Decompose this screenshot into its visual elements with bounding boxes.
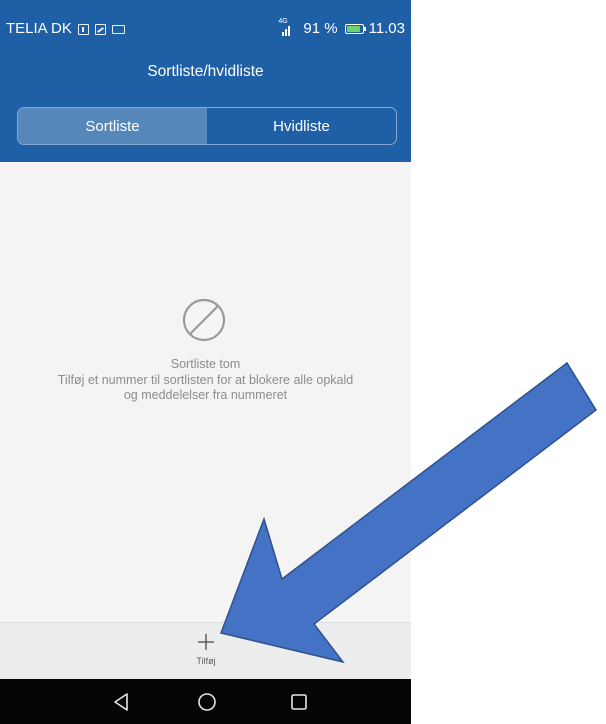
navigation-bar <box>0 679 411 724</box>
empty-description-line-2: og meddelelser fra nummeret <box>123 388 288 402</box>
notification-icon <box>77 23 89 35</box>
battery-percentage: 91 % <box>303 20 338 37</box>
empty-title: Sortliste tom <box>170 357 241 371</box>
signal-icon: 4G <box>278 18 298 36</box>
status-left: TELIA DK <box>6 21 125 37</box>
page-title: Sortliste/hvidliste <box>147 63 264 80</box>
tab-hvidliste[interactable]: Hvidliste <box>207 108 396 144</box>
battery-icon <box>344 24 366 34</box>
recents-icon[interactable] <box>287 690 311 714</box>
home-icon[interactable] <box>195 690 219 714</box>
page: TELIA DK 4G 91 % 11.03 Sortliste/hvidlis… <box>0 0 606 724</box>
image-notification-icon <box>94 23 106 35</box>
back-icon[interactable] <box>110 690 134 714</box>
list-tabs: Sortliste Hvidliste <box>17 107 397 145</box>
bottom-action-bar: Tilføj <box>0 622 411 679</box>
clock: 11.03 <box>368 20 405 37</box>
carrier-name: TELIA DK <box>6 20 72 37</box>
blocked-icon <box>182 298 226 342</box>
empty-description: Tilføj et nummer til sortlisten for at b… <box>20 373 391 403</box>
status-bar: TELIA DK 4G 91 % 11.03 <box>0 0 411 37</box>
empty-description-line-1: Tilføj et nummer til sortlisten for at b… <box>57 373 354 387</box>
add-label: Tilføj <box>196 656 216 666</box>
add-button[interactable]: Tilføj <box>166 627 246 675</box>
empty-state: Sortliste tom Tilføj et nummer til sortl… <box>0 162 411 622</box>
keyboard-icon <box>111 24 125 34</box>
tab-sortliste[interactable]: Sortliste <box>18 108 207 144</box>
phone-screen: TELIA DK 4G 91 % 11.03 Sortliste/hvidlis… <box>0 0 411 724</box>
status-right: 4G 91 % 11.03 <box>278 18 405 37</box>
plus-icon <box>198 634 214 650</box>
app-header: TELIA DK 4G 91 % 11.03 Sortliste/hvidlis… <box>0 0 411 162</box>
network-type: 4G <box>278 18 288 25</box>
